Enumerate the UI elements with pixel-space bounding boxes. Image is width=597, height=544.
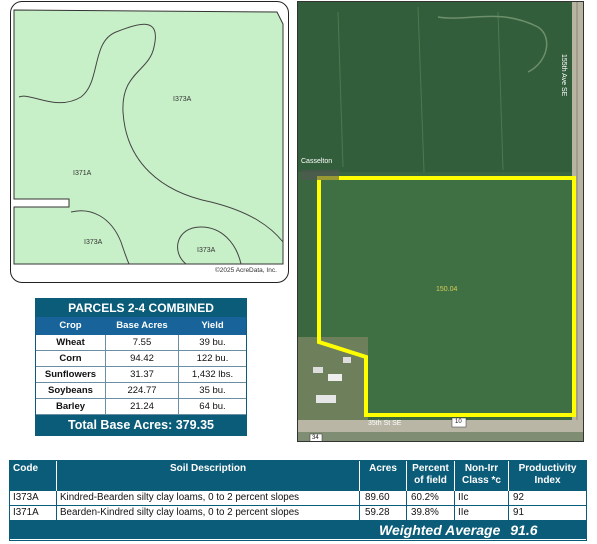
header-percent-line1: Percent: [412, 463, 449, 474]
soil-map: I373A I371A I373A I373A ©2025 AcreData, …: [10, 1, 289, 283]
crop-yield: 39 bu.: [199, 337, 226, 348]
highway-shield-34: 34: [312, 435, 319, 441]
soil-productivity: 91: [513, 507, 524, 518]
table-row: Sunflowers 31.37 1,432 lbs.: [36, 367, 246, 383]
soil-label-i373a: I373A: [197, 247, 216, 254]
header-prod-line2: Index: [534, 475, 561, 486]
total-value: 379.35: [175, 418, 214, 432]
header-class-line1: Non-Irr: [464, 463, 499, 474]
soil-label-i373a: I373A: [84, 239, 103, 246]
soil-table: Code Soil Description Acres Percent of f…: [9, 460, 587, 541]
crop-yield: 64 bu.: [199, 401, 226, 412]
crop-name: Soybeans: [36, 383, 106, 398]
crop-base-acres: 94.42: [106, 351, 179, 366]
crop-table-title: PARCELS 2-4 COMBINED: [36, 299, 246, 317]
header-percent-line2: of field: [414, 475, 447, 486]
soil-description: Bearden-Kindred silty clay loams, 0 to 2…: [57, 506, 360, 520]
header-base-acres: Base Acres: [106, 317, 179, 335]
soil-productivity: 92: [513, 492, 524, 503]
header-productivity: Productivity Index: [509, 461, 586, 491]
soil-description: Kindred-Bearden silty clay loams, 0 to 2…: [57, 491, 360, 505]
crop-name: Wheat: [36, 335, 106, 350]
map-copyright: ©2025 AcreData, Inc.: [215, 267, 277, 274]
aerial-photo: 150.04 Casselton 155th Ave SE 35th St SE…: [297, 1, 584, 442]
crop-name: Sunflowers: [36, 367, 106, 382]
table-row: I373A Kindred-Bearden silty clay loams, …: [10, 491, 586, 506]
road-south-label: 35th St SE: [368, 420, 402, 427]
crop-base-acres: 7.55: [106, 335, 179, 350]
total-label: Total Base Acres:: [68, 418, 173, 432]
header-crop: Crop: [36, 317, 106, 335]
soil-percent: 60.2%: [407, 491, 455, 505]
crop-base-table: PARCELS 2-4 COMBINED Crop Base Acres Yie…: [35, 298, 247, 436]
soil-label-i373a: I373A: [173, 96, 192, 103]
road-east-label: 155th Ave SE: [560, 54, 567, 97]
total-base-acres: Total Base Acres: 379.35: [36, 415, 246, 435]
table-row: Barley 21.24 64 bu.: [36, 399, 246, 415]
soil-code: I371A: [10, 506, 57, 520]
table-row: Corn 94.42 122 bu.: [36, 351, 246, 367]
header-acres: Acres: [360, 461, 407, 491]
crop-yield: 35 bu.: [199, 385, 226, 396]
weighted-average-row: Weighted Average 91.6: [10, 521, 586, 539]
header-percent: Percent of field: [407, 461, 455, 491]
header-class: Non-Irr Class *c: [455, 461, 509, 491]
crop-table-header: Crop Base Acres Yield: [36, 317, 246, 335]
town-label: Casselton: [301, 158, 333, 165]
soil-map-drawing: [13, 9, 284, 265]
header-prod-line1: Productivity: [518, 463, 577, 474]
crop-name: Barley: [36, 399, 106, 414]
soil-acres: 59.28: [360, 506, 407, 520]
table-row: Soybeans 224.77 35 bu.: [36, 383, 246, 399]
highway-shield-10: 10: [455, 419, 462, 425]
header-yield: Yield: [201, 320, 224, 331]
crop-base-acres: 21.24: [106, 399, 179, 414]
header-class-line2: Class *c: [462, 475, 501, 486]
soil-percent: 39.8%: [407, 506, 455, 520]
crop-yield: 122 bu.: [196, 353, 229, 364]
aerial-drawing: [298, 2, 583, 441]
soil-class: IIe: [455, 506, 509, 520]
crop-yield: 1,432 lbs.: [191, 369, 234, 380]
soil-field-boundary: [13, 9, 284, 265]
header-code: Code: [10, 461, 57, 491]
soil-table-header: Code Soil Description Acres Percent of f…: [10, 461, 586, 491]
crop-name: Corn: [36, 351, 106, 366]
soil-acres: 89.60: [360, 491, 407, 505]
crop-base-acres: 224.77: [106, 383, 179, 398]
header-soil-description: Soil Description: [57, 461, 360, 491]
parcel-acres-label: 150.04: [436, 286, 458, 293]
weighted-average-label: Weighted Average: [379, 522, 501, 538]
crop-base-acres: 31.37: [106, 367, 179, 382]
weighted-average-value: 91.6: [510, 522, 538, 538]
table-row: I371A Bearden-Kindred silty clay loams, …: [10, 506, 586, 521]
soil-code: I373A: [10, 491, 57, 505]
soil-label-i371a: I371A: [73, 170, 92, 177]
soil-class: IIc: [455, 491, 509, 505]
table-row: Wheat 7.55 39 bu.: [36, 335, 246, 351]
